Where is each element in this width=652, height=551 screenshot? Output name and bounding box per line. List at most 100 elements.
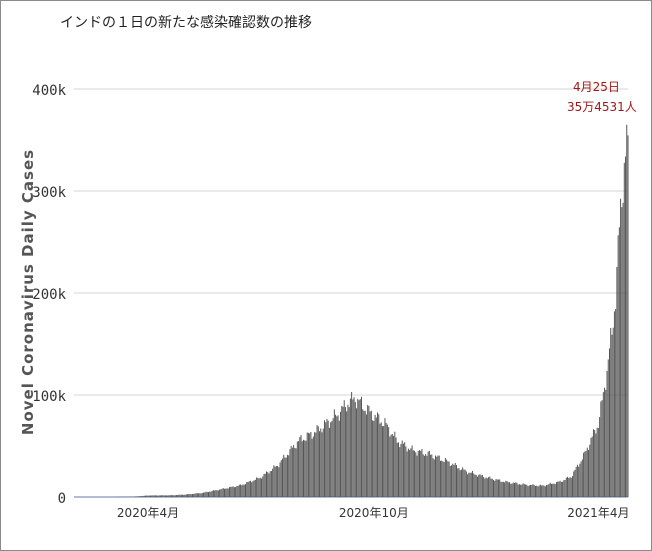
bar <box>604 387 606 497</box>
bar <box>480 475 482 497</box>
bar <box>547 484 549 497</box>
bar <box>541 485 543 497</box>
bar <box>226 488 228 497</box>
x-tick-label: 2021年4月 <box>567 506 629 520</box>
bar <box>411 445 413 497</box>
bar <box>607 359 609 497</box>
bar <box>257 477 259 497</box>
annotation-date: 4月25日 <box>573 80 620 95</box>
bar <box>502 481 504 497</box>
bar <box>272 468 274 497</box>
bar <box>621 207 623 498</box>
bar <box>483 477 485 497</box>
bar <box>544 486 546 497</box>
bar <box>333 409 335 497</box>
bar <box>247 481 249 497</box>
bar <box>177 495 179 497</box>
bar <box>595 433 597 497</box>
bar <box>344 407 346 497</box>
bar <box>605 389 607 497</box>
bar <box>365 414 367 497</box>
bar <box>261 478 263 497</box>
bar <box>154 495 156 497</box>
bar <box>251 482 253 497</box>
bar <box>214 490 216 497</box>
bar <box>407 448 409 497</box>
bar <box>549 482 551 497</box>
bar <box>282 458 284 497</box>
bar <box>275 465 277 497</box>
bar <box>441 460 443 497</box>
bar <box>360 396 362 497</box>
bar <box>161 495 163 497</box>
x-tick-label: 2020年10月 <box>339 506 409 520</box>
bar <box>583 452 585 497</box>
bar <box>491 478 493 497</box>
bar <box>542 485 544 497</box>
bar <box>377 412 379 497</box>
bar <box>245 484 246 497</box>
bar <box>187 494 189 497</box>
bar <box>320 428 322 497</box>
bar <box>620 198 622 497</box>
bar <box>523 484 525 497</box>
bar <box>285 457 287 497</box>
bar <box>494 480 496 497</box>
bar <box>242 484 244 497</box>
bar <box>367 405 369 497</box>
bar <box>158 495 160 497</box>
bar <box>538 485 540 497</box>
bar <box>388 427 390 497</box>
bar <box>241 485 243 497</box>
bar <box>584 451 586 497</box>
bar <box>356 408 358 497</box>
bar <box>430 454 432 497</box>
bar <box>178 494 180 497</box>
bar <box>381 426 383 497</box>
bar <box>435 455 437 497</box>
bar <box>589 444 591 497</box>
bar <box>193 493 195 497</box>
bar <box>517 484 519 497</box>
bar <box>246 482 248 497</box>
bar <box>337 415 339 497</box>
bar <box>335 414 337 497</box>
bar <box>476 476 478 497</box>
bar <box>268 473 270 497</box>
bar <box>152 495 154 497</box>
bar <box>296 441 298 497</box>
bar <box>270 471 272 497</box>
bar <box>150 495 151 497</box>
bar <box>384 418 386 497</box>
bar <box>200 493 202 497</box>
bar <box>473 473 475 497</box>
bar <box>368 405 370 497</box>
bar <box>295 448 297 497</box>
bar <box>522 483 524 497</box>
bar <box>521 484 523 497</box>
x-ticks: 2020年4月 2020年10月 2021年4月 <box>117 506 630 520</box>
x-tick-label: 2020年4月 <box>117 506 179 520</box>
bar <box>342 406 344 497</box>
bar <box>505 480 507 497</box>
y-tick-label: 200k <box>32 287 66 303</box>
bar <box>264 473 266 497</box>
bar <box>463 469 465 497</box>
bar <box>298 441 300 497</box>
bar <box>479 474 481 497</box>
bar <box>175 495 177 497</box>
bar <box>326 418 328 497</box>
bar <box>190 494 192 497</box>
bar <box>353 397 355 497</box>
bar <box>349 398 351 497</box>
gridlines <box>74 88 628 498</box>
bar <box>462 467 464 497</box>
bar <box>211 490 213 497</box>
bar <box>426 455 428 497</box>
bar <box>145 495 147 497</box>
bar <box>249 480 251 497</box>
y-tick-label: 100k <box>32 389 66 405</box>
bar <box>418 450 420 497</box>
bar <box>222 488 224 497</box>
bar <box>311 438 313 497</box>
